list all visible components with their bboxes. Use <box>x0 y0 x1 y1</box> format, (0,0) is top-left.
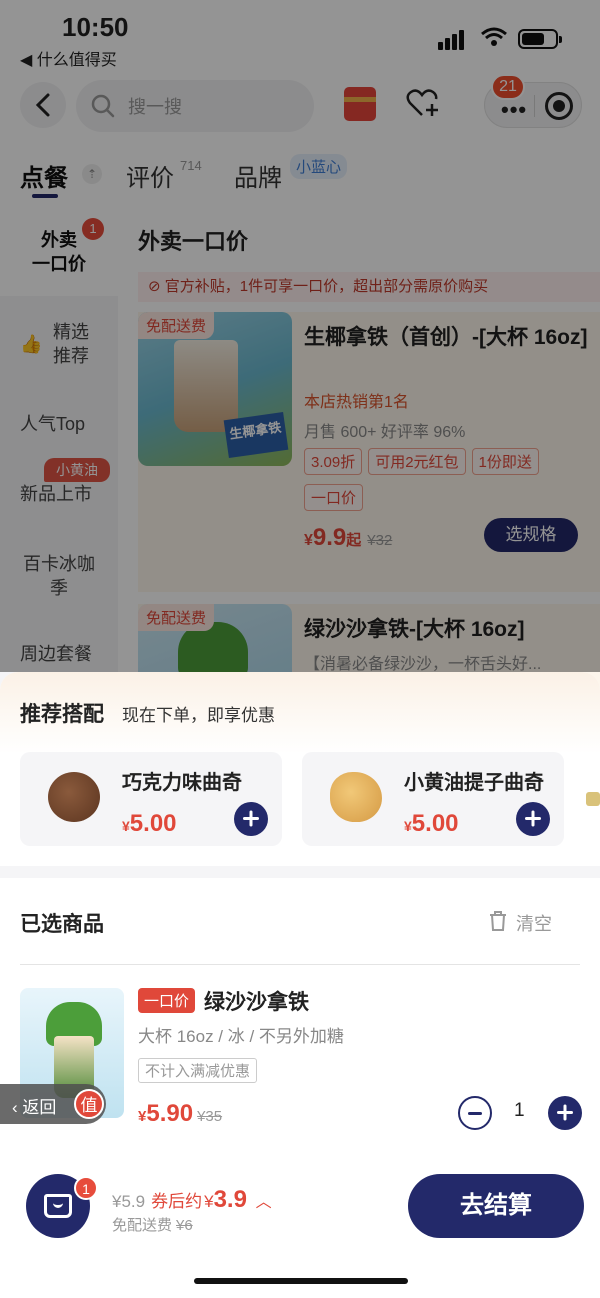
recommend-item-name: 巧克力味曲奇 <box>122 772 242 794</box>
recommend-item[interactable]: 巧克力味曲奇 ¥5.00 <box>20 752 282 846</box>
increase-quantity-button[interactable] <box>548 1096 582 1130</box>
price-value: 5.00 <box>411 810 459 837</box>
clear-label: 清空 <box>516 914 552 934</box>
add-icon[interactable] <box>516 802 550 836</box>
cart-item-name: 绿沙沙拿铁 <box>204 991 309 1014</box>
after-coupon-price: 3.9 <box>213 1186 247 1213</box>
cart-item-spec: 大杯 16oz / 冰 / 不另外加糖 <box>138 1027 344 1046</box>
discount-exclusion-note: 不计入满减优惠 <box>138 1058 258 1083</box>
dim-overlay[interactable] <box>0 0 600 672</box>
price-value: 5.00 <box>129 810 177 837</box>
recommend-item[interactable]: 小黄油提子曲奇 ¥5.00 <box>302 752 564 846</box>
currency-symbol: ¥ <box>204 1192 214 1211</box>
return-text: 返回 <box>22 1098 57 1117</box>
checkout-button[interactable]: 去结算 <box>408 1174 584 1238</box>
add-icon[interactable] <box>234 802 268 836</box>
divider <box>20 964 580 965</box>
butter-cookie-image <box>330 772 382 822</box>
recommend-item-price: ¥5.00 <box>122 810 177 838</box>
shipping-old-fee: ¥6 <box>176 1217 193 1234</box>
selected-title: 已选商品 <box>20 913 104 936</box>
next-recommend-peek <box>586 792 600 806</box>
trash-icon <box>490 911 506 931</box>
home-indicator <box>194 1278 408 1284</box>
quantity-value: 1 <box>514 1100 525 1121</box>
original-total: ¥5.9 <box>112 1192 146 1211</box>
recommend-item-price: ¥5.00 <box>404 810 459 838</box>
shipping-label: 免配送费 <box>112 1217 173 1234</box>
clear-cart-button[interactable]: 清空 <box>490 910 552 936</box>
section-gap <box>0 866 600 878</box>
recommend-item-name: 小黄油提子曲奇 <box>404 772 544 794</box>
chevron-up-icon: ︿ <box>255 1194 272 1211</box>
decrease-quantity-button[interactable] <box>458 1096 492 1130</box>
app-screen: 10:50 ◀ 什么值得买 搜一搜 ••• 21 点餐 ⇡ 评价 714 品牌 … <box>0 0 600 1298</box>
currency-symbol: ¥ <box>122 818 130 834</box>
cart-item-price: ¥5.90 ¥35 <box>138 1100 222 1128</box>
original-price: ¥35 <box>197 1108 223 1125</box>
chocolate-cookie-image <box>48 772 100 822</box>
after-coupon-label: 券后约 <box>151 1192 203 1211</box>
return-label: ‹ 返回 <box>12 1098 57 1117</box>
recommend-section: 推荐搭配 现在下单，即享优惠 巧克力味曲奇 ¥5.00 小黄油提子曲奇 ¥5.0… <box>0 672 600 866</box>
price-value: 5.90 <box>146 1100 194 1127</box>
price-summary[interactable]: ¥5.9 券后约 ¥3.9 ︿ <box>112 1186 272 1214</box>
recommend-subtitle: 现在下单，即享优惠 <box>122 706 275 725</box>
shipping-info: 免配送费 ¥6 <box>112 1214 193 1235</box>
shopping-bag-icon <box>44 1194 72 1218</box>
fixed-price-tag: 一口价 <box>138 988 196 1013</box>
cart-count-badge: 1 <box>74 1176 98 1200</box>
recommend-title: 推荐搭配 <box>20 703 104 726</box>
zhi-badge-icon: 值 <box>74 1089 104 1119</box>
floating-return-button[interactable]: ‹ 返回 值 <box>0 1084 106 1124</box>
currency-symbol: ¥ <box>404 818 412 834</box>
